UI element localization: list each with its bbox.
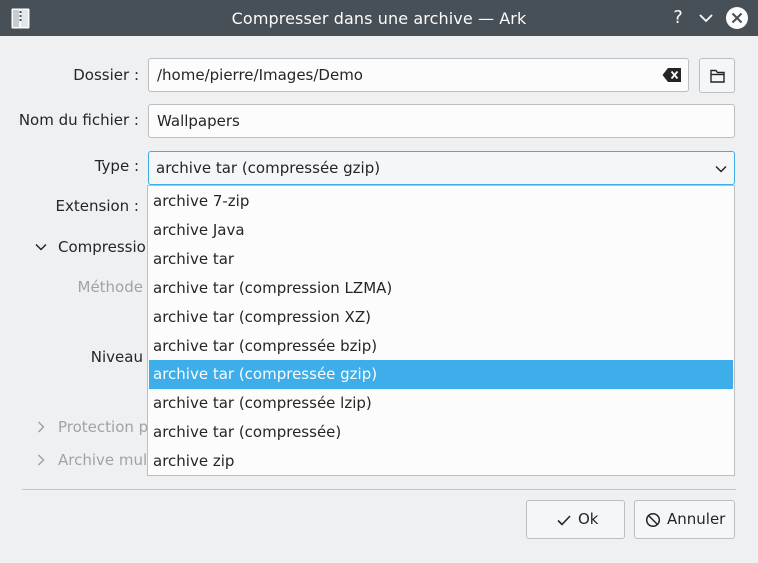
method-label: Méthode <box>77 278 144 296</box>
filename-input[interactable]: Wallpapers <box>148 104 735 138</box>
protection-section-toggle[interactable]: Protection p <box>34 418 147 438</box>
dropdown-option[interactable]: archive tar (compressée bzip) <box>149 332 733 361</box>
browse-folder-button[interactable] <box>699 58 735 93</box>
filename-label: Nom du fichier : <box>18 111 139 129</box>
folder-label: Dossier : <box>73 66 139 84</box>
separator <box>22 489 736 490</box>
dropdown-option[interactable]: archive tar (compression XZ) <box>149 303 733 332</box>
dropdown-option[interactable]: archive tar (compression LZMA) <box>149 274 733 303</box>
level-label: Niveau <box>90 348 143 366</box>
chevron-down-icon <box>35 243 47 251</box>
chevron-right-icon <box>37 421 45 433</box>
cancel-button-label: Annuler <box>667 510 726 528</box>
compression-section-toggle[interactable]: Compression <box>34 238 147 258</box>
dropdown-option[interactable]: archive 7-zip <box>149 187 733 216</box>
ok-button[interactable]: Ok <box>526 500 625 539</box>
multivolume-section-toggle[interactable]: Archive mult <box>34 451 147 471</box>
compression-section-label: Compression <box>58 238 147 256</box>
dropdown-option[interactable]: archive tar (compressée lzip) <box>149 389 733 418</box>
minimize-chevron-icon[interactable] <box>694 6 718 30</box>
protection-section-label: Protection p <box>58 418 147 436</box>
dropdown-option[interactable]: archive tar (compressée gzip) <box>149 360 733 390</box>
type-combobox[interactable]: archive tar (compressée gzip) <box>148 151 735 185</box>
close-icon[interactable] <box>725 6 749 30</box>
type-dropdown-list: archive 7-zip archive Java archive tar arch… <box>147 185 735 476</box>
clear-text-icon[interactable] <box>662 67 682 83</box>
chevron-down-icon <box>715 165 727 173</box>
title-bar: Compresser dans une archive — Ark ? <box>0 0 758 36</box>
dropdown-option[interactable]: archive zip <box>149 447 733 475</box>
help-button[interactable]: ? <box>666 6 690 30</box>
ok-button-label: Ok <box>578 510 599 528</box>
folder-input-value: /home/pierre/Images/Demo <box>157 66 363 84</box>
type-combobox-value: archive tar (compressée gzip) <box>156 159 381 177</box>
type-label: Type : <box>94 157 139 175</box>
folder-icon <box>710 69 725 83</box>
dropdown-option[interactable]: archive Java <box>149 216 733 245</box>
dropdown-option[interactable]: archive tar <box>149 245 733 274</box>
chevron-right-icon <box>37 454 45 466</box>
cancel-button[interactable]: Annuler <box>634 500 735 539</box>
window-title: Compresser dans une archive — Ark <box>231 9 527 28</box>
extension-label: Extension : <box>55 197 139 215</box>
checkmark-icon <box>557 515 571 526</box>
multivolume-section-label: Archive mult <box>58 451 147 469</box>
filename-input-value: Wallpapers <box>157 112 240 130</box>
cancel-icon <box>645 512 661 528</box>
folder-input[interactable]: /home/pierre/Images/Demo <box>148 58 689 92</box>
dropdown-option[interactable]: archive tar (compressée) <box>149 418 733 447</box>
